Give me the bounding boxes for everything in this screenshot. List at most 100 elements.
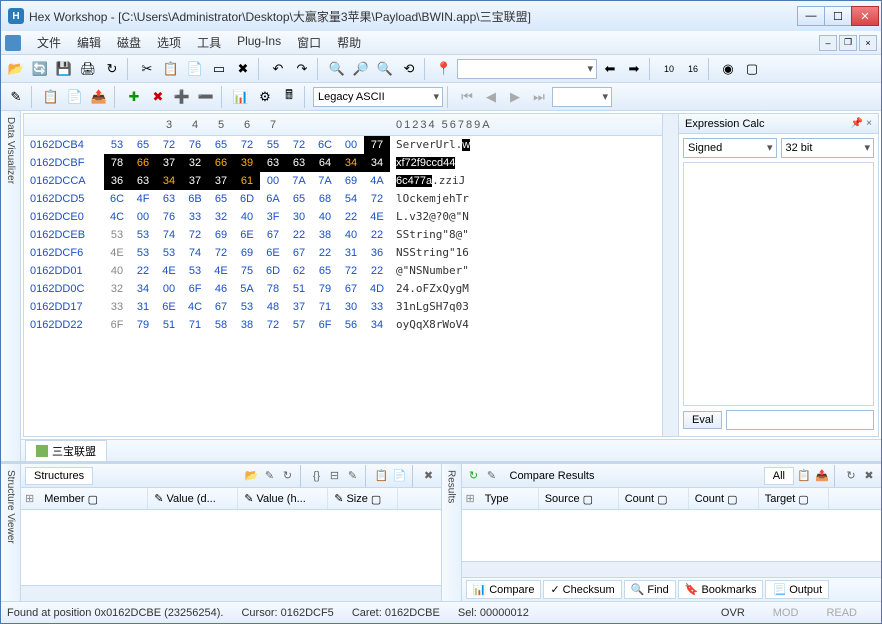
chart-icon[interactable]: 📊 [230,86,252,108]
compare-all-button[interactable]: All [764,467,794,485]
nav-back-icon[interactable]: ⬅ [599,58,621,80]
next-icon[interactable]: ▶ [504,86,526,108]
close-button[interactable]: ✕ [851,6,879,26]
struct-edit-icon[interactable]: ✎ [262,468,278,484]
base16-icon[interactable]: 16 [682,58,704,80]
add-icon[interactable]: ✚ [123,86,145,108]
menu-磁盘[interactable]: 磁盘 [109,31,149,54]
struct-del-icon[interactable]: ⊟ [327,468,343,484]
hex-row[interactable]: 0162DD0140224E534E756D62657222@"NSNumber… [24,262,662,280]
copy-icon[interactable]: 📋 [160,58,182,80]
menu-工具[interactable]: 工具 [189,31,229,54]
menu-选项[interactable]: 选项 [149,31,189,54]
tab-find[interactable]: 🔍Find [624,580,676,599]
struct-add-icon[interactable]: {} [309,468,325,484]
compare-body[interactable] [462,510,882,561]
gear-icon[interactable]: ⚙ [254,86,276,108]
maximize-button[interactable]: ☐ [824,6,852,26]
cmp-close-icon[interactable]: ✖ [861,468,877,484]
remove-icon[interactable]: ✖ [147,86,169,108]
struct-wand-icon[interactable]: ✎ [345,468,361,484]
cmp-refresh-icon[interactable]: ↻ [466,468,482,484]
find-next-icon[interactable]: 🔎 [350,58,372,80]
nav-fwd-icon[interactable]: ➡ [623,58,645,80]
nav-combo[interactable] [552,87,612,107]
hex-editor[interactable]: 34567 01234 56789A 0162DCB45365727665725… [24,114,662,436]
structures-hscroll[interactable] [21,585,441,601]
hex-row[interactable]: 0162DD0C3234006F465A785179674D24.oFZxQyg… [24,280,662,298]
motorola-icon[interactable]: ◉ [717,58,739,80]
hex-row[interactable]: 0162DCBF7866373266396363643434xf72f9ccd4… [24,154,662,172]
copy2-icon[interactable]: 📋 [40,86,62,108]
collapse-icon[interactable]: ⊞ [21,492,38,505]
struct-open-icon[interactable]: 📂 [244,468,260,484]
first-icon[interactable]: ⏮ [456,86,478,108]
menu-文件[interactable]: 文件 [29,31,69,54]
paste-icon[interactable]: 📄 [184,58,206,80]
save-icon[interactable]: 💾 [53,58,75,80]
mdi-restore-button[interactable]: ❐ [839,35,857,51]
menu-编辑[interactable]: 编辑 [69,31,109,54]
compare-hscroll[interactable] [462,561,882,577]
eval-button[interactable]: Eval [683,411,722,429]
paste2-icon[interactable]: 📄 [64,86,86,108]
calc-icon[interactable]: 🖩 [278,86,300,108]
undo-icon[interactable]: ↶ [267,58,289,80]
hex-scrollbar[interactable] [662,114,678,436]
hex-row[interactable]: 0162DD1733316E4C6753483771303331nLgSH7q0… [24,298,662,316]
structures-tab[interactable]: Structures [25,467,93,485]
mdi-close-button[interactable]: × [859,35,877,51]
hex-row[interactable]: 0162DCCA366334373761007A7A694A6c477a.zzi… [24,172,662,190]
encoding-combo[interactable]: Legacy ASCII [313,87,443,107]
signed-combo[interactable]: Signed [683,138,777,158]
bits-combo[interactable]: 32 bit [781,138,875,158]
hex-row[interactable]: 0162DCEB53537472696E6722384022SString"8@… [24,226,662,244]
select-icon[interactable]: ▭ [208,58,230,80]
open-icon[interactable]: 📂 [5,58,27,80]
cmp-export-icon[interactable]: 📤 [814,468,830,484]
tab-output[interactable]: 📃Output [765,580,829,599]
cmp-reload-icon[interactable]: ↻ [843,468,859,484]
reload-icon[interactable]: ↻ [101,58,123,80]
goto-combo[interactable] [457,59,597,79]
refresh-icon[interactable]: 🔄 [29,58,51,80]
export-icon[interactable]: 📤 [88,86,110,108]
menu-Plug-Ins[interactable]: Plug-Ins [229,31,289,54]
hex-row[interactable]: 0162DCD56C4F636B656D6A65685472lOckemjehT… [24,190,662,208]
add2-icon[interactable]: ➕ [171,86,193,108]
minimize-button[interactable]: — [797,6,825,26]
mdi-minimize-button[interactable]: – [819,35,837,51]
prev-icon[interactable]: ◀ [480,86,502,108]
struct-close-icon[interactable]: ✖ [421,468,437,484]
struct-copy-icon[interactable]: 📋 [374,468,390,484]
tab-bookmarks[interactable]: 🔖Bookmarks [678,580,764,599]
tab-compare[interactable]: 📊Compare [466,580,542,599]
cmp-wand-icon[interactable]: ✎ [484,468,500,484]
redo-icon[interactable]: ↷ [291,58,313,80]
eval-input[interactable] [726,410,874,430]
cmp-copy-icon[interactable]: 📋 [796,468,812,484]
hex-row[interactable]: 0162DCF64E53537472696E67223136NSString"1… [24,244,662,262]
print-icon[interactable]: 🖨 [77,58,99,80]
results-tab[interactable]: Results [442,464,462,601]
file-tab[interactable]: 三宝联盟 [25,440,107,461]
menu-窗口[interactable]: 窗口 [289,31,329,54]
intel-icon[interactable]: ▢ [741,58,763,80]
struct-paste-icon[interactable]: 📄 [392,468,408,484]
cut-icon[interactable]: ✂ [136,58,158,80]
remove2-icon[interactable]: ➖ [195,86,217,108]
hex-row[interactable]: 0162DCB453657276657255726C0077ServerUrl.… [24,136,662,154]
structure-viewer-tab[interactable]: Structure Viewer [1,464,21,601]
menu-帮助[interactable]: 帮助 [329,31,369,54]
tab-checksum[interactable]: ✓Checksum [543,580,621,599]
replace-icon[interactable]: ⟲ [398,58,420,80]
base10-icon[interactable]: 10 [658,58,680,80]
hex-row[interactable]: 0162DD226F795171583872576F5634oyQqX8rWoV… [24,316,662,334]
last-icon[interactable]: ⏭ [528,86,550,108]
wand-icon[interactable]: ✎ [5,86,27,108]
collapse-icon[interactable]: ⊞ [462,492,479,505]
delete-icon[interactable]: ✖ [232,58,254,80]
find-prev-icon[interactable]: 🔍 [374,58,396,80]
expression-body[interactable] [683,162,874,406]
find-icon[interactable]: 🔍 [326,58,348,80]
